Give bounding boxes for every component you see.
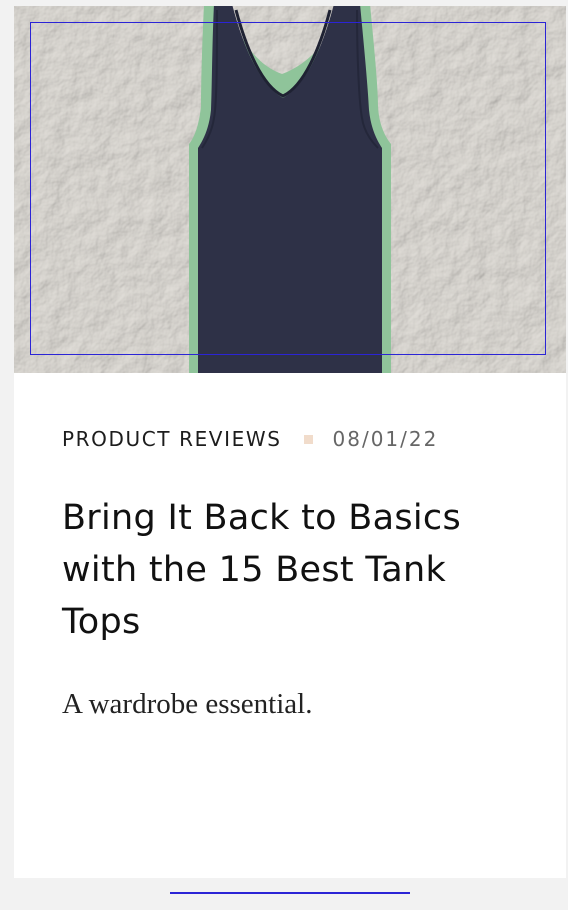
article-card[interactable]: PRODUCT REVIEWS 08/01/22 Bring It Back t… xyxy=(14,6,566,878)
article-title[interactable]: Bring It Back to Basics with the 15 Best… xyxy=(62,492,522,648)
category-link[interactable]: PRODUCT REVIEWS xyxy=(62,427,282,451)
article-hero-image[interactable] xyxy=(14,6,566,373)
article-deck: A wardrobe essential. xyxy=(62,688,313,720)
meta-separator xyxy=(303,434,313,444)
article-meta: PRODUCT REVIEWS 08/01/22 xyxy=(62,424,438,454)
publish-date: 08/01/22 xyxy=(332,427,439,451)
tank-top-image xyxy=(14,6,566,373)
focus-underline xyxy=(170,892,410,894)
